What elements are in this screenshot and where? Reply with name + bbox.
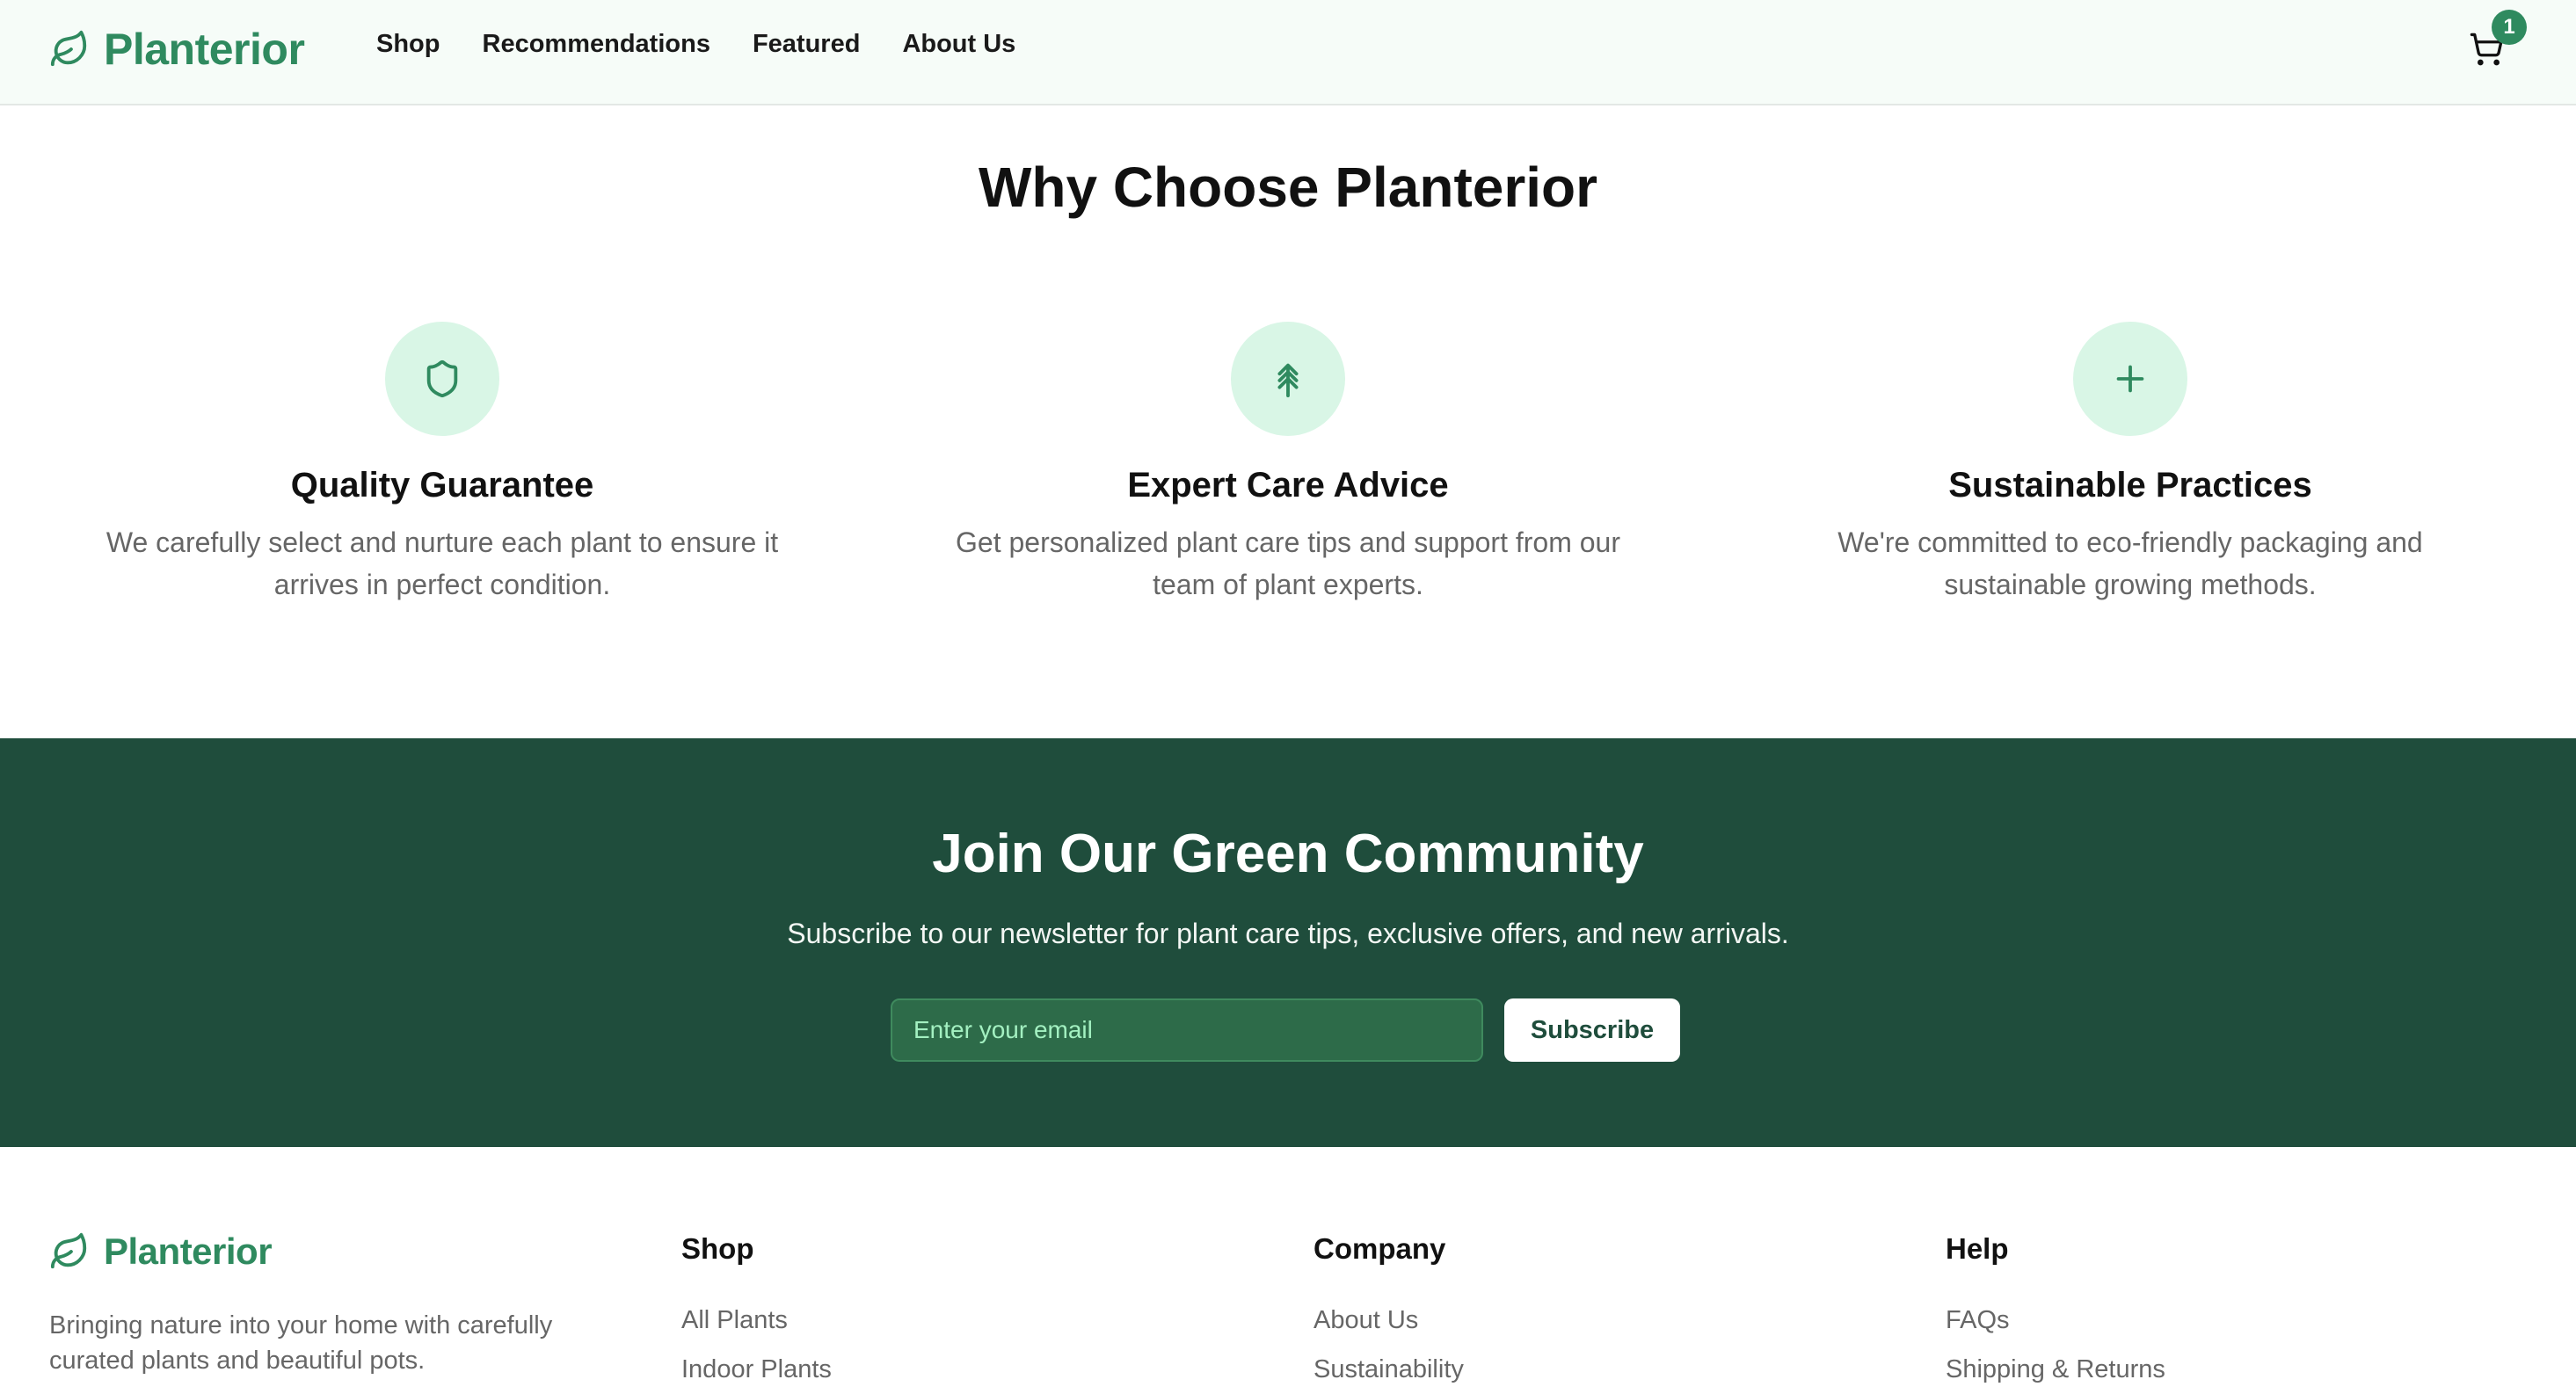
cart-count-badge: 1 <box>2492 10 2527 45</box>
brand-name: Planterior <box>104 25 305 74</box>
newsletter-title: Join Our Green Community <box>932 824 1644 884</box>
feature-title: Expert Care Advice <box>1127 466 1449 505</box>
subscribe-button[interactable]: Subscribe <box>1504 998 1680 1062</box>
feature-title: Sustainable Practices <box>1948 466 2312 505</box>
newsletter-section: Join Our Green Community Subscribe to ou… <box>0 738 2576 1147</box>
newsletter-subtitle: Subscribe to our newsletter for plant ca… <box>787 918 1789 949</box>
site-header: Planterior Shop Recommendations Featured… <box>0 0 2576 105</box>
main-nav: Shop Recommendations Featured About Us <box>376 30 1015 59</box>
footer-link[interactable]: Shipping & Returns <box>1946 1345 2165 1394</box>
icon-circle <box>385 322 499 436</box>
feature-description: We carefully select and nurture each pla… <box>106 526 779 600</box>
feature-title: Quality Guarantee <box>290 466 594 505</box>
footer-column-help: Help FAQs Shipping & Returns <box>1946 1232 2165 1394</box>
footer-link[interactable]: FAQs <box>1946 1296 2165 1345</box>
footer-description: Bringing nature into your home with care… <box>49 1311 553 1375</box>
footer-column-shop: Shop All Plants Indoor Plants <box>681 1232 832 1394</box>
leaf-icon <box>50 30 87 67</box>
brand-logo[interactable]: Planterior <box>49 23 305 76</box>
footer-logo[interactable]: Planterior <box>49 1231 273 1273</box>
footer-column-title: Shop <box>681 1232 754 1265</box>
feature-quality: Quality Guarantee We carefully select an… <box>47 322 838 606</box>
section-title: Why Choose Planterior <box>978 156 1598 219</box>
shield-icon <box>426 359 458 398</box>
feature-description: Get personalized plant care tips and sup… <box>956 526 1620 600</box>
footer-link[interactable]: Indoor Plants <box>681 1345 832 1394</box>
feature-description: We're committed to eco-friendly packagin… <box>1837 526 2423 600</box>
nav-recommendations[interactable]: Recommendations <box>483 30 710 59</box>
icon-circle <box>2073 322 2187 436</box>
tree-icon <box>1277 363 1299 398</box>
footer-column-title: Company <box>1313 1232 1446 1265</box>
email-input[interactable] <box>891 998 1483 1062</box>
feature-expert-care: Expert Care Advice Get personalized plan… <box>892 322 1684 606</box>
footer-brand-name: Planterior <box>104 1231 273 1272</box>
plus-icon <box>2116 365 2144 393</box>
footer-column-title: Help <box>1946 1232 2009 1265</box>
footer-column-company: Company About Us Sustainability <box>1313 1232 1464 1394</box>
leaf-icon <box>50 1232 87 1269</box>
footer-link[interactable]: About Us <box>1313 1296 1464 1345</box>
nav-about-us[interactable]: About Us <box>902 30 1015 59</box>
footer-link[interactable]: Sustainability <box>1313 1345 1464 1394</box>
icon-circle <box>1231 322 1345 436</box>
feature-sustainable: Sustainable Practices We're committed to… <box>1735 322 2526 606</box>
nav-shop[interactable]: Shop <box>376 30 440 59</box>
footer-link[interactable]: All Plants <box>681 1296 832 1345</box>
nav-featured[interactable]: Featured <box>753 30 860 59</box>
